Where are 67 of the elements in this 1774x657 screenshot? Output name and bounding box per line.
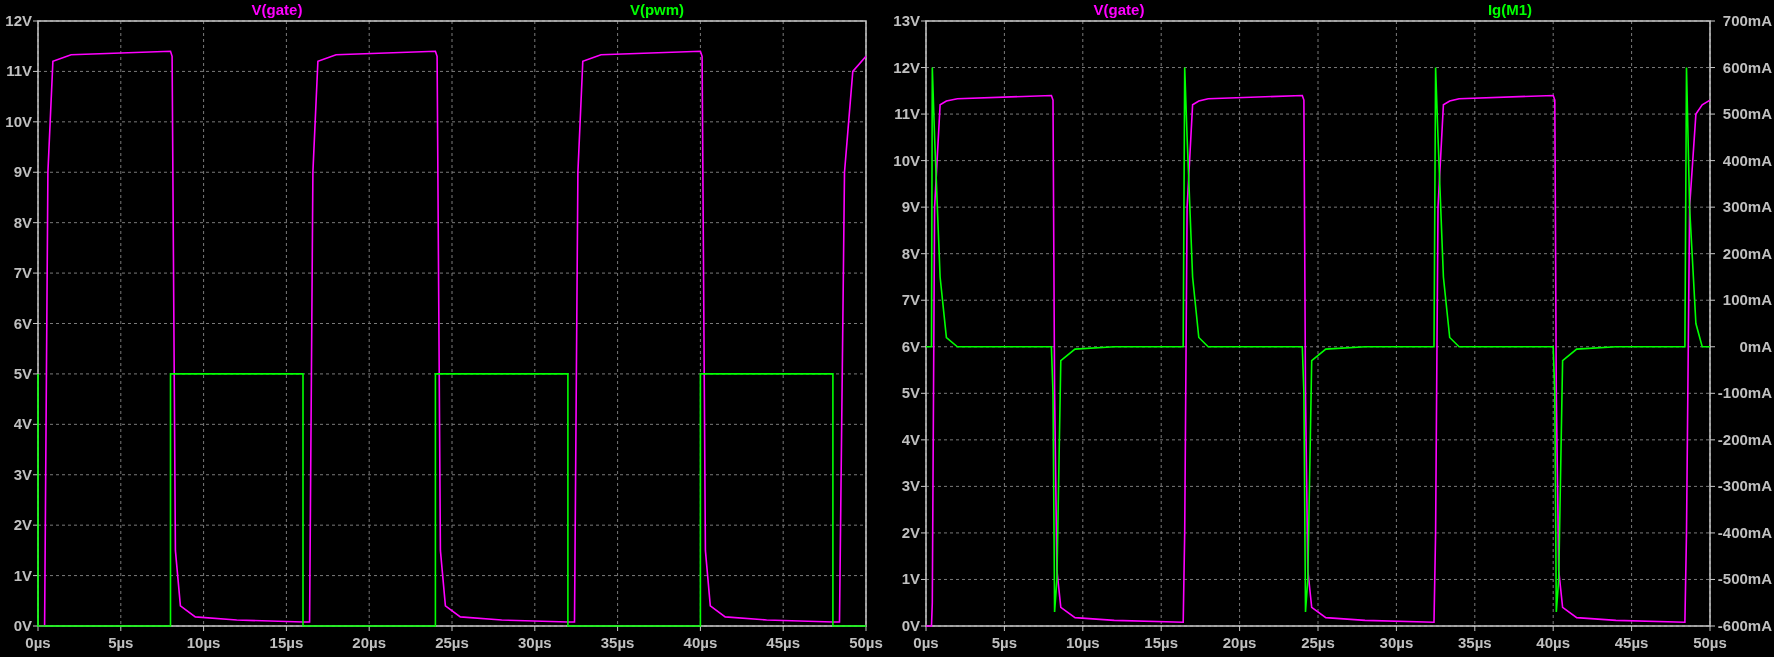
x-axis-label: 5µs [991, 634, 1018, 651]
y-axis-label: 100mA [1722, 291, 1772, 309]
y-axis-label: 10V [893, 151, 920, 169]
x-axis-label: 40µs [1536, 634, 1571, 651]
x-axis-label: 30µs [517, 634, 552, 651]
y-axis-label: 11V [6, 62, 32, 80]
y-axis-label: 4V [901, 430, 920, 448]
y-axis-label: 400mA [1722, 151, 1772, 169]
y-axis-label: 600mA [1722, 58, 1772, 76]
y-axis-label: 700mA [1722, 12, 1772, 29]
y-axis-label: 2V [901, 523, 920, 541]
y-axis-label: 9V [901, 198, 920, 216]
y-axis-label: 300mA [1722, 198, 1772, 216]
x-axis-label: 30µs [1379, 634, 1414, 651]
y-axis-label: 7V [901, 291, 920, 309]
x-axis-label: 0µs [913, 634, 939, 651]
y-axis-label: 200mA [1722, 244, 1772, 262]
x-axis-label: 35µs [600, 634, 635, 651]
x-axis-label: 10µs [186, 634, 221, 651]
y-axis-label: 5V [901, 384, 920, 402]
y-axis-label: 6V [901, 337, 920, 355]
y-axis-label: 2V [13, 516, 32, 534]
y-axis-label: 0mA [1739, 337, 1772, 355]
y-axis-label: 12V [893, 58, 920, 76]
y-axis-label: -300mA [1717, 477, 1772, 495]
y-axis-label: 12V [5, 12, 32, 29]
y-axis-label: 3V [901, 477, 920, 495]
y-axis-label: 8V [901, 244, 920, 262]
y-axis-label: -500mA [1717, 570, 1772, 588]
x-axis-label: 5µs [108, 634, 134, 651]
y-axis-label: 1V [13, 566, 32, 584]
y-axis-label: 6V [13, 314, 32, 332]
y-axis-label: 500mA [1722, 105, 1772, 123]
y-axis-label: 11V [894, 105, 920, 123]
x-axis-label: 40µs [683, 634, 718, 651]
x-axis-label: 25µs [1301, 634, 1335, 651]
y-axis-label: 1V [901, 570, 920, 588]
x-axis-label: 50µs [1693, 634, 1727, 651]
x-axis-label: 20µs [352, 634, 387, 651]
x-axis-label: 0µs [25, 634, 51, 651]
x-axis-label: 35µs [1457, 634, 1492, 651]
y-axis-label: 13V [893, 12, 920, 29]
y-axis-label: 4V [13, 415, 32, 433]
trace-title: V(gate) [1093, 1, 1145, 18]
y-axis-label: 0V [901, 617, 920, 634]
x-axis-label: 15µs [269, 634, 304, 651]
trace-title: V(gate) [251, 1, 303, 18]
x-axis-label: 45µs [1614, 634, 1649, 651]
y-axis-label: 8V [13, 213, 32, 231]
y-axis-label: -400mA [1717, 523, 1772, 541]
y-axis-label: 9V [13, 163, 32, 181]
x-axis-label: 20µs [1222, 634, 1257, 651]
y-axis-label: 5V [13, 364, 32, 382]
trace-title: Ig(M1) [1487, 1, 1533, 18]
x-axis-label: 45µs [766, 634, 801, 651]
x-axis-label: 10µs [1065, 634, 1100, 651]
y-axis-label: -200mA [1717, 430, 1772, 448]
y-axis-label: -100mA [1717, 384, 1772, 402]
y-axis-label: 0V [13, 617, 32, 634]
y-axis-label: 10V [5, 112, 32, 130]
y-axis-label: -600mA [1717, 617, 1772, 634]
y-axis-label: 3V [13, 465, 32, 483]
x-axis-label: 15µs [1144, 634, 1179, 651]
y-axis-label: 7V [13, 264, 32, 282]
trace-title: V(pwm) [629, 1, 685, 18]
x-axis-label: 25µs [435, 634, 469, 651]
x-axis-label: 50µs [849, 634, 883, 651]
